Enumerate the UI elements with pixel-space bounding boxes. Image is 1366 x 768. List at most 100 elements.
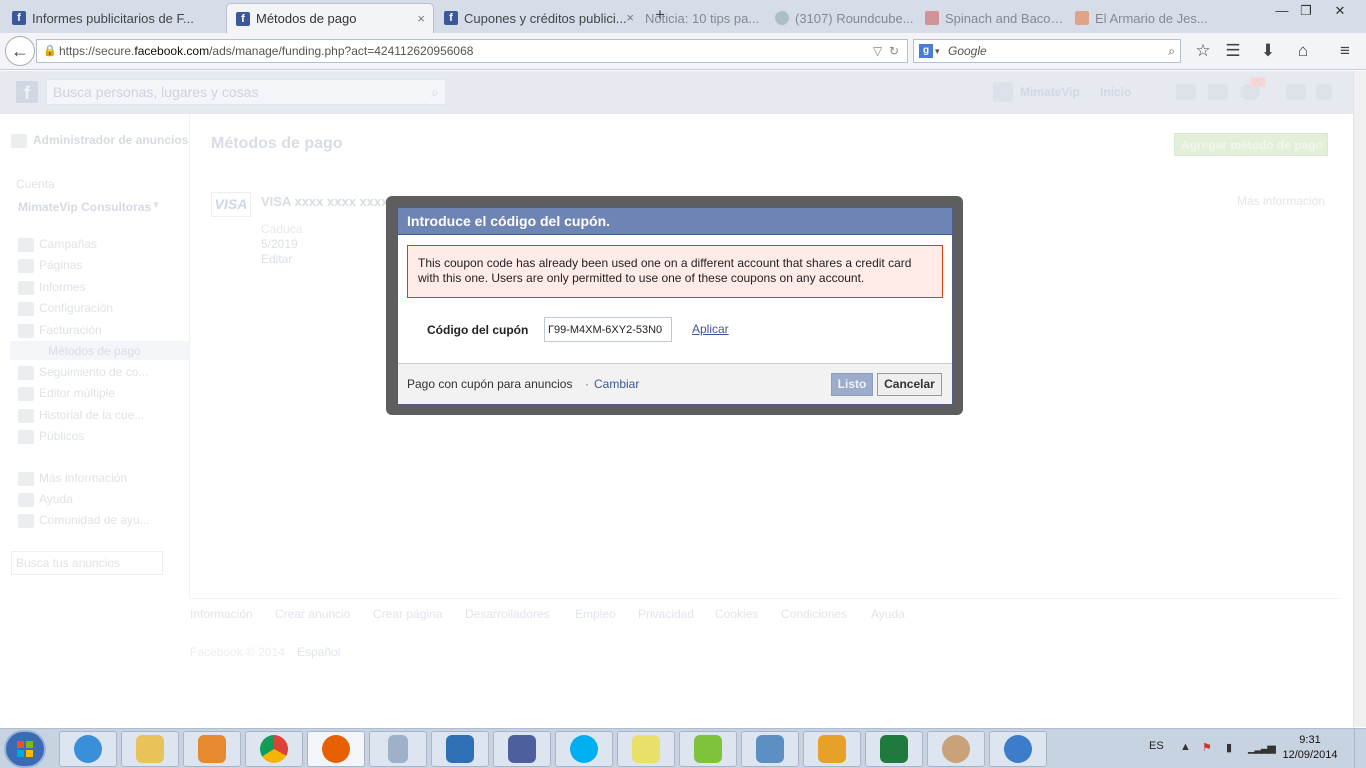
avatar[interactable] [993, 82, 1013, 102]
tab-spinach[interactable]: Spinach and Bacon... [925, 3, 1065, 33]
footer-link[interactable]: Privacidad [638, 607, 694, 621]
sidebar-item-conversion-tracking[interactable]: Seguimiento de co... [39, 365, 148, 379]
sidebar-item-payment-methods[interactable]: Métodos de pago [48, 344, 141, 358]
apply-link[interactable]: Aplicar [692, 322, 729, 336]
sidebar-item-pages[interactable]: Páginas [39, 258, 82, 272]
reload-icon[interactable]: ▽ ↻ [873, 40, 899, 62]
taskbar-outlook[interactable] [803, 731, 861, 767]
url-domain: facebook.com [134, 44, 210, 58]
taskbar-firefox[interactable] [307, 731, 365, 767]
taskbar-internet-explorer[interactable] [59, 731, 117, 767]
minimize-icon[interactable]: — [1270, 2, 1294, 20]
clock[interactable]: 9:31 12/09/2014 [1275, 733, 1345, 763]
dialog-title: Introduce el código del cupón. [398, 208, 952, 235]
conversion-tracking-icon [18, 366, 34, 380]
tab-cupones[interactable]: f Cupones y créditos publici... × [444, 3, 644, 33]
edit-card-link[interactable]: Editar [261, 252, 292, 266]
chevron-down-icon[interactable]: ▼ [151, 200, 161, 211]
privacy-icon[interactable] [1286, 84, 1306, 100]
home-link[interactable]: Inicio [1100, 85, 1131, 99]
tab-close-icon[interactable]: × [626, 10, 634, 25]
footer-link[interactable]: Información [190, 607, 253, 621]
sidebar-item-power-editor[interactable]: Editor múltiple [39, 386, 115, 400]
sidebar-item-audiences[interactable]: Públicos [39, 429, 84, 443]
taskbar-media-player[interactable] [183, 731, 241, 767]
battery-icon[interactable]: ▮ [1226, 741, 1232, 754]
coupon-code-input[interactable] [544, 317, 672, 342]
show-hidden-icons-icon[interactable]: ▲ [1180, 741, 1191, 753]
downloads-icon[interactable]: ⬇ [1257, 41, 1279, 61]
home-icon[interactable]: ⌂ [1292, 41, 1314, 61]
sidebar-item-campaigns[interactable]: Campañas [39, 237, 97, 251]
tab-metodos-de-pago[interactable]: f Métodos de pago × [226, 3, 434, 33]
back-button[interactable]: ← [5, 36, 35, 66]
taskbar-notes[interactable] [617, 731, 675, 767]
start-button[interactable] [4, 730, 46, 768]
taskbar-movistar[interactable] [679, 731, 737, 767]
vertical-scrollbar[interactable] [1353, 71, 1366, 727]
sidebar-divider [189, 114, 190, 599]
change-link[interactable]: Cambiar [594, 377, 639, 391]
search-engine-input[interactable]: g ▾ Google ⌕ [913, 39, 1181, 63]
taskbar-ajbot[interactable] [431, 731, 489, 767]
footer-link[interactable]: Crear anuncio [275, 607, 350, 621]
sidebar-item-community[interactable]: Comunidad de ayu... [39, 513, 150, 527]
sidebar-item-account-history[interactable]: Historial de la cue... [39, 408, 144, 422]
taskbar-photo-viewer[interactable] [741, 731, 799, 767]
taskbar-paint-tool[interactable] [493, 731, 551, 767]
footer-link[interactable]: Desarrolladores [465, 607, 550, 621]
language-link[interactable]: Español [297, 645, 340, 659]
taskbar-excel[interactable] [865, 731, 923, 767]
friend-requests-icon[interactable] [1176, 84, 1196, 100]
menu-icon[interactable]: ≡ [1334, 41, 1356, 61]
taskbar-calculator[interactable] [369, 731, 427, 767]
tab-informes[interactable]: f Informes publicitarios de F... [12, 3, 230, 33]
messages-icon[interactable] [1208, 84, 1228, 100]
tab-roundcube[interactable]: (3107) Roundcube... [775, 3, 915, 33]
search-icon[interactable]: ⌕ [1168, 40, 1175, 62]
done-button[interactable]: Listo [831, 373, 873, 396]
restore-icon[interactable]: ❐ [1294, 2, 1318, 20]
language-indicator[interactable]: ES [1149, 740, 1164, 752]
taskbar-paint[interactable] [927, 731, 985, 767]
sidebar-item-more-info[interactable]: Más información [39, 471, 127, 485]
footer-link[interactable]: Condiciones [781, 607, 847, 621]
ads-search-input[interactable]: Busca tus anuncios [11, 551, 163, 575]
show-desktop-button[interactable] [1354, 729, 1366, 768]
system-tray: ES ▲ ⚑ ▮ ▁▂▃▅ 9:31 12/09/2014 [1140, 729, 1366, 768]
sidebar-title[interactable]: Administrador de anuncios [33, 133, 188, 147]
action-center-icon[interactable]: ⚑ [1202, 741, 1212, 754]
dropdown-arrow-icon[interactable]: ▾ [935, 40, 940, 62]
footer-link[interactable]: Ayuda [871, 607, 905, 621]
footer-link[interactable]: Crear página [373, 607, 442, 621]
bookmark-star-icon[interactable]: ☆ [1192, 41, 1214, 61]
cancel-button[interactable]: Cancelar [877, 373, 942, 396]
taskbar-quicktime[interactable] [989, 731, 1047, 767]
facebook-logo-icon[interactable]: f [16, 81, 38, 103]
footer-link[interactable]: Cookies [715, 607, 758, 621]
sidebar-item-help[interactable]: Ayuda [39, 492, 73, 506]
settings-icon[interactable] [1316, 84, 1332, 100]
tab-armario[interactable]: El Armario de Jes... [1075, 3, 1235, 33]
bookmarks-list-icon[interactable]: ☰ [1222, 41, 1244, 61]
facebook-search-input[interactable]: Busca personas, lugares y cosas ⌕ [46, 79, 446, 105]
add-payment-method-button[interactable]: Agregar método de pago [1174, 133, 1328, 156]
more-info-link[interactable]: Más información [1237, 194, 1325, 208]
sidebar-item-reports[interactable]: Informes [39, 280, 86, 294]
taskbar-skype[interactable] [555, 731, 613, 767]
user-name[interactable]: MimateVip [1020, 85, 1080, 99]
account-selector[interactable]: MimateVip Consultoras [18, 200, 151, 214]
sidebar-item-settings[interactable]: Configuración [39, 301, 113, 315]
movistar-icon [694, 735, 722, 763]
url-bar[interactable]: 🔒 https://secure.facebook.com/ads/manage… [36, 39, 908, 63]
footer-separator: · [585, 377, 589, 391]
signal-icon[interactable]: ▁▂▃▅ [1248, 741, 1276, 754]
tab-noticia[interactable]: Noticia: 10 tips pa... [645, 3, 765, 33]
taskbar-chrome[interactable] [245, 731, 303, 767]
sidebar-item-billing[interactable]: Facturación [39, 323, 102, 337]
campaigns-icon [18, 238, 34, 252]
footer-link[interactable]: Empleo [575, 607, 616, 621]
taskbar-file-explorer[interactable] [121, 731, 179, 767]
tab-close-icon[interactable]: × [417, 11, 425, 26]
window-close-icon[interactable]: ✕ [1328, 2, 1352, 20]
